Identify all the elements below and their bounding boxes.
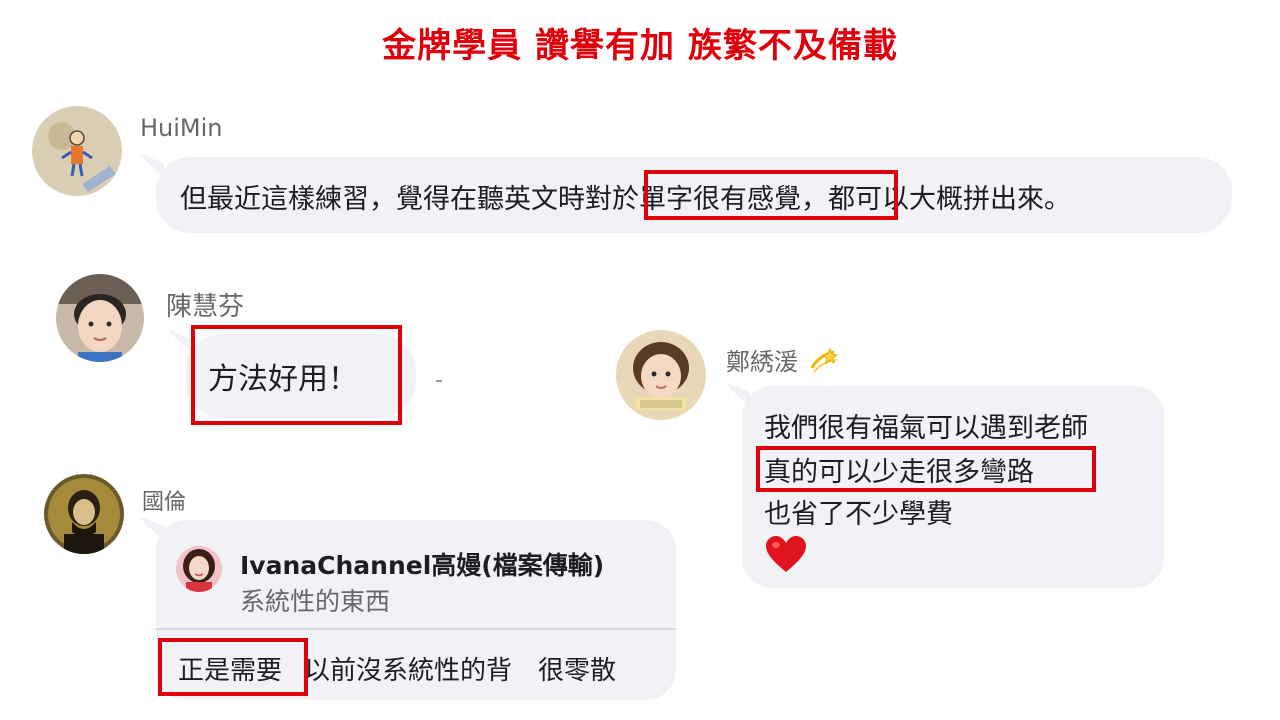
guolun-author-name[interactable]: 國倫 (142, 484, 186, 516)
quoted-message[interactable]: IvanaChannel高嫚(檔案傳輸) 系統性的東西 (156, 520, 676, 630)
highlight-box-cheng (756, 446, 1096, 492)
cheng-author-label: 鄭綉湲 (726, 348, 798, 376)
page-title: 金牌學員 讚譽有加 族繁不及備載 (382, 26, 898, 66)
guolun-avatar[interactable] (44, 474, 124, 554)
highlight-box-huimin (644, 170, 898, 220)
highlight-box-guolun (158, 638, 308, 696)
huimin-comment-text: 但最近這樣練習，覺得在聽英文時對於單字很有感覺，都可以大概拼出來。 (180, 177, 1071, 216)
highlight-box-chen (191, 325, 402, 425)
red-heart-icon (766, 536, 806, 572)
comment-text-before: 但最近這樣練習，覺得在聽英文時 (180, 184, 585, 215)
reply-rest-text: 以前沒系統性的背 很零散 (304, 656, 617, 686)
dizzy-star-icon (810, 347, 838, 373)
cheng-line-3: 也省了不少學費 (764, 499, 953, 530)
huimin-author-name[interactable]: HuiMin (140, 114, 223, 142)
bubble-tail (724, 382, 750, 404)
separator-dash (436, 380, 442, 382)
cheng-avatar[interactable] (616, 330, 706, 420)
quoted-text: 系統性的東西 (240, 587, 391, 616)
cheng-author-name[interactable]: 鄭綉湲 (726, 342, 838, 377)
bubble-tail (138, 153, 164, 175)
huimin-avatar[interactable] (32, 106, 122, 196)
cheng-line-1: 我們很有福氣可以遇到老師 (764, 413, 1088, 444)
quoted-author: IvanaChannel高嫚(檔案傳輸) (240, 551, 605, 580)
ivana-avatar (176, 546, 222, 592)
chen-avatar[interactable] (56, 274, 144, 362)
chen-author-name[interactable]: 陳慧芬 (166, 286, 244, 323)
